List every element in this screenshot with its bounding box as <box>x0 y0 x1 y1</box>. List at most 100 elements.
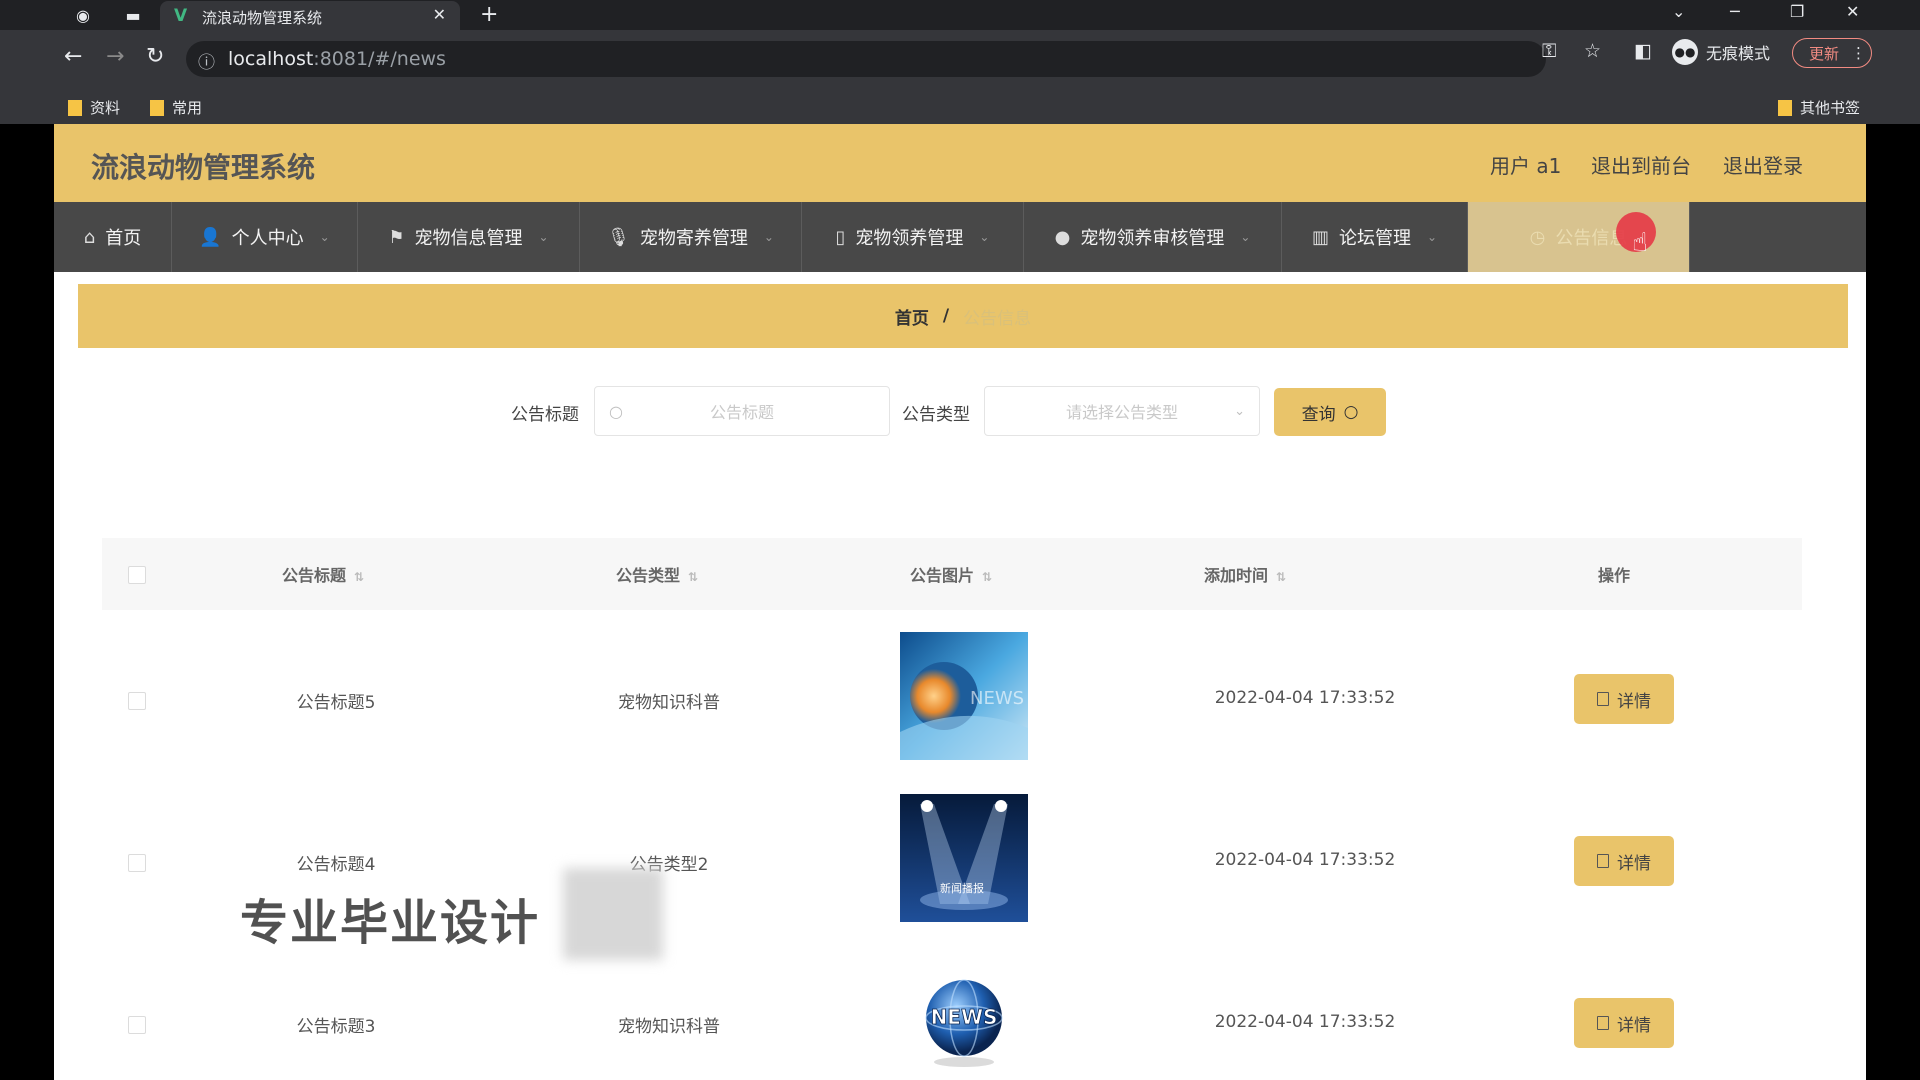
bookmark-folder-2[interactable]: 常用 <box>150 97 202 118</box>
row-checkbox[interactable] <box>128 692 146 710</box>
flag-icon: ⚑ <box>388 226 405 248</box>
breadcrumb-home[interactable]: 首页 <box>895 304 929 329</box>
title-search-input[interactable]: ○ 公告标题 <box>594 386 890 436</box>
row-checkbox[interactable] <box>128 854 146 872</box>
exit-to-front-link[interactable]: 退出到前台 <box>1591 150 1691 179</box>
incognito-indicator[interactable]: ●● 无痕模式 <box>1672 39 1770 65</box>
menu-label: 宠物信息管理 <box>414 228 523 249</box>
query-button[interactable]: 查询 ○ <box>1274 388 1386 436</box>
incognito-label: 无痕模式 <box>1706 44 1771 63</box>
menu-item-pet-foster[interactable]: 🎙 宠物寄养管理 ⌄ <box>580 202 802 272</box>
close-window-icon[interactable]: ✕ <box>1846 2 1859 21</box>
row-checkbox[interactable] <box>128 1016 146 1034</box>
type-filter-label: 公告类型 <box>902 405 970 425</box>
update-button[interactable]: 更新 ⋮ <box>1792 38 1872 68</box>
menu-item-notice[interactable]: ◷ 公告信息 <box>1468 202 1690 272</box>
chevron-down-icon: ⌄ <box>1426 230 1438 244</box>
bookmark-label: 资料 <box>90 99 121 117</box>
query-label: 查询 <box>1301 404 1336 425</box>
browser-logo-icon[interactable]: ◉ <box>72 4 94 26</box>
sort-icon[interactable]: ⇅ <box>982 570 992 584</box>
tab-search-icon[interactable]: ⌄ <box>1672 2 1685 21</box>
detail-label: 详情 <box>1617 853 1651 874</box>
column-label: 公告标题 <box>282 566 347 585</box>
search-icon: ○ <box>1343 402 1359 422</box>
menu-label: 宠物领养审核管理 <box>1080 228 1225 249</box>
menu-item-pet-info[interactable]: ⚑ 宠物信息管理 ⌄ <box>358 202 580 272</box>
chevron-down-icon: ⌄ <box>1240 230 1251 244</box>
new-tab-button[interactable]: + <box>480 2 498 27</box>
cell-title: 公告标题4 <box>296 855 376 875</box>
vue-favicon-icon: V <box>174 6 188 26</box>
phone-icon: ▯ <box>835 226 846 248</box>
other-bookmarks[interactable]: 其他书签 <box>1778 97 1860 118</box>
column-header-type[interactable]: 公告类型 ⇅ <box>616 562 698 586</box>
menu-item-personal[interactable]: 👤 个人中心 ⌄ <box>172 202 358 272</box>
search-form: 公告标题 ○ 公告标题 公告类型 请选择公告类型 ⌄ 查询 ○ <box>54 386 1866 438</box>
tab-active[interactable]: V 流浪动物管理系统 ✕ <box>160 1 460 30</box>
menu-item-pet-adopt[interactable]: ▯ 宠物领养管理 ⌄ <box>802 202 1024 272</box>
menu-item-forum[interactable]: ▥ 论坛管理 ⌄ <box>1282 202 1468 272</box>
app-title: 流浪动物管理系统 <box>91 151 316 184</box>
column-label: 添加时间 <box>1204 566 1269 585</box>
url-path: :8081/#/news <box>313 48 446 70</box>
news-thumbnail: NEWS <box>900 632 1028 760</box>
reload-icon[interactable]: ↻ <box>146 44 164 69</box>
chevron-down-icon: ⌄ <box>763 230 774 244</box>
side-panel-icon[interactable]: ◧ <box>1634 40 1652 62</box>
chat-icon: ● <box>1054 226 1071 248</box>
minimize-icon[interactable]: ─ <box>1730 2 1740 21</box>
detail-button[interactable]: 详情 <box>1574 836 1674 886</box>
sort-icon[interactable]: ⇅ <box>688 570 698 584</box>
bookmark-label: 常用 <box>172 99 203 117</box>
restore-icon[interactable]: ❐ <box>1790 2 1804 21</box>
menu-item-adopt-review[interactable]: ● 宠物领养审核管理 ⌄ <box>1024 202 1282 272</box>
detail-button[interactable]: 详情 <box>1574 674 1674 724</box>
menu-label: 宠物领养管理 <box>855 228 964 249</box>
forward-icon[interactable]: → <box>106 44 124 69</box>
thumb-news-text: NEWS <box>970 688 1024 709</box>
type-select[interactable]: 请选择公告类型 ⌄ <box>984 386 1260 436</box>
key-icon[interactable]: ⚿ <box>1542 40 1556 62</box>
bookmark-star-icon[interactable]: ☆ <box>1584 40 1601 62</box>
bookmarks-bar: 资料 常用 其他书签 <box>0 90 1920 124</box>
tab-strip: ◉ ▬ V 流浪动物管理系统 ✕ + ⌄ ─ ❐ ✕ <box>0 0 1920 30</box>
tab-title: 流浪动物管理系统 <box>202 9 323 27</box>
sort-icon[interactable]: ⇅ <box>354 570 364 584</box>
user-name: 用户 a1 <box>1490 154 1562 178</box>
detail-button[interactable]: 详情 <box>1574 998 1674 1048</box>
bookmark-folder-1[interactable]: 资料 <box>68 97 120 118</box>
chevron-down-icon: ⌄ <box>979 230 990 244</box>
menu-item-home[interactable]: ⌂ 首页 <box>54 202 172 272</box>
cell-time: 2022-04-04 17:33:52 <box>1214 1012 1396 1032</box>
logout-link[interactable]: 退出登录 <box>1723 150 1803 179</box>
tab-close-icon[interactable]: ✕ <box>433 5 446 24</box>
menu-label: 首页 <box>105 228 142 249</box>
breadcrumb: 首页 / 公告信息 <box>78 284 1848 348</box>
table-row: 公告标题5 宠物知识科普 NEWS 2022-04-04 17:33:52 详情 <box>102 610 1802 772</box>
column-header-title[interactable]: 公告标题 ⇅ <box>282 562 364 586</box>
incognito-icon: ●● <box>1672 39 1698 65</box>
document-icon <box>1597 692 1609 706</box>
site-info-icon[interactable]: ⓘ <box>198 48 215 73</box>
menu-label: 宠物寄养管理 <box>639 228 748 249</box>
cell-title: 公告标题3 <box>296 1017 376 1037</box>
other-bookmarks-label: 其他书签 <box>1800 99 1861 117</box>
column-header-time[interactable]: 添加时间 ⇅ <box>1204 562 1286 586</box>
table-header: 公告标题 ⇅ 公告类型 ⇅ 公告图片 ⇅ 添加时间 ⇅ 操作 <box>102 538 1802 610</box>
column-header-image[interactable]: 公告图片 ⇅ <box>910 562 992 586</box>
title-filter-label: 公告标题 <box>511 405 579 425</box>
sort-icon[interactable]: ⇅ <box>1276 570 1286 584</box>
back-icon[interactable]: ← <box>64 44 82 69</box>
news-globe-thumbnail: NEWS <box>900 956 1028 1080</box>
tab-overview-icon[interactable]: ▬ <box>122 4 144 26</box>
url-input[interactable]: ⓘ localhost:8081/#/news <box>186 41 1546 77</box>
menu-label: 论坛管理 <box>1338 228 1411 249</box>
column-label: 公告类型 <box>616 566 681 585</box>
more-menu-icon[interactable]: ⋮ <box>1851 44 1866 62</box>
select-all-checkbox[interactable] <box>128 566 146 584</box>
menu-label: 个人中心 <box>231 228 304 249</box>
browser-chrome: ◉ ▬ V 流浪动物管理系统 ✕ + ⌄ ─ ❐ ✕ ← → ↻ ⓘ local… <box>0 0 1920 124</box>
mic-icon: 🎙 <box>607 226 630 248</box>
document-icon <box>1597 854 1609 868</box>
